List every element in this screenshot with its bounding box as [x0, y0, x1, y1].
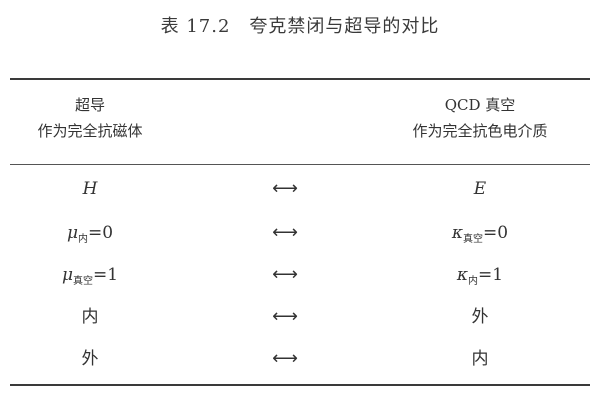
- table-row: 内 ⟷ 外: [0, 297, 600, 337]
- row-right-cell: κ真空=0: [430, 213, 530, 260]
- row-left-cell: 外: [40, 339, 140, 379]
- table-row: μ真空=1 ⟷ κ内=1: [0, 255, 600, 295]
- table-caption: 表 17.2 夸克禁闭与超导的对比: [160, 16, 440, 37]
- row-right-symbol: κ: [451, 223, 464, 243]
- header-left-subtitle: 作为完全抗磁体: [37, 122, 143, 140]
- row-left-subscript: 真空: [73, 276, 93, 287]
- table-row: H ⟷ E: [0, 169, 600, 209]
- table-header-rule: [10, 164, 590, 165]
- double-arrow-icon: ⟷: [272, 306, 298, 327]
- row-right-symbol: 内: [471, 349, 489, 369]
- header-right-subtitle: 作为完全抗色电介质: [412, 122, 548, 140]
- row-left-symbol: 内: [81, 307, 99, 327]
- double-arrow-icon: ⟷: [272, 178, 298, 199]
- row-left-cell: H: [40, 169, 140, 209]
- row-right-cell: κ内=1: [430, 255, 530, 302]
- double-arrow-icon: ⟷: [272, 264, 298, 285]
- row-left-symbol: 外: [81, 349, 99, 369]
- row-right-cell: E: [430, 169, 530, 209]
- header-right: QCD 真空 作为完全抗色电介质: [370, 92, 590, 144]
- double-arrow-icon: ⟷: [272, 222, 298, 243]
- row-right-subscript: 内: [468, 276, 479, 287]
- header-right-title: QCD 真空: [444, 96, 516, 114]
- row-left-subscript: 内: [78, 234, 88, 245]
- header-left: 超导 作为完全抗磁体: [0, 92, 200, 144]
- row-right-value: =1: [478, 265, 504, 285]
- row-right-symbol: κ: [456, 265, 469, 285]
- row-right-value: =0: [483, 223, 509, 243]
- row-left-value: =1: [93, 265, 119, 285]
- table-top-rule: [10, 78, 590, 80]
- header-left-title: 超导: [74, 96, 105, 114]
- row-right-symbol: E: [473, 179, 487, 199]
- row-left-cell: μ真空=1: [40, 255, 140, 302]
- row-left-symbol: H: [82, 179, 98, 199]
- row-right-cell: 外: [430, 297, 530, 337]
- row-left-value: =0: [88, 223, 114, 243]
- row-left-symbol: μ: [61, 265, 73, 285]
- table-row: 外 ⟷ 内: [0, 339, 600, 379]
- row-left-cell: μ内=0: [40, 213, 140, 260]
- table-row: μ内=0 ⟷ κ真空=0: [0, 213, 600, 253]
- double-arrow-icon: ⟷: [272, 348, 298, 369]
- row-right-cell: 内: [430, 339, 530, 379]
- row-left-cell: 内: [40, 297, 140, 337]
- row-right-symbol: 外: [471, 307, 489, 327]
- table-bottom-rule: [10, 384, 590, 386]
- row-left-symbol: μ: [66, 223, 78, 243]
- row-right-subscript: 真空: [463, 234, 484, 245]
